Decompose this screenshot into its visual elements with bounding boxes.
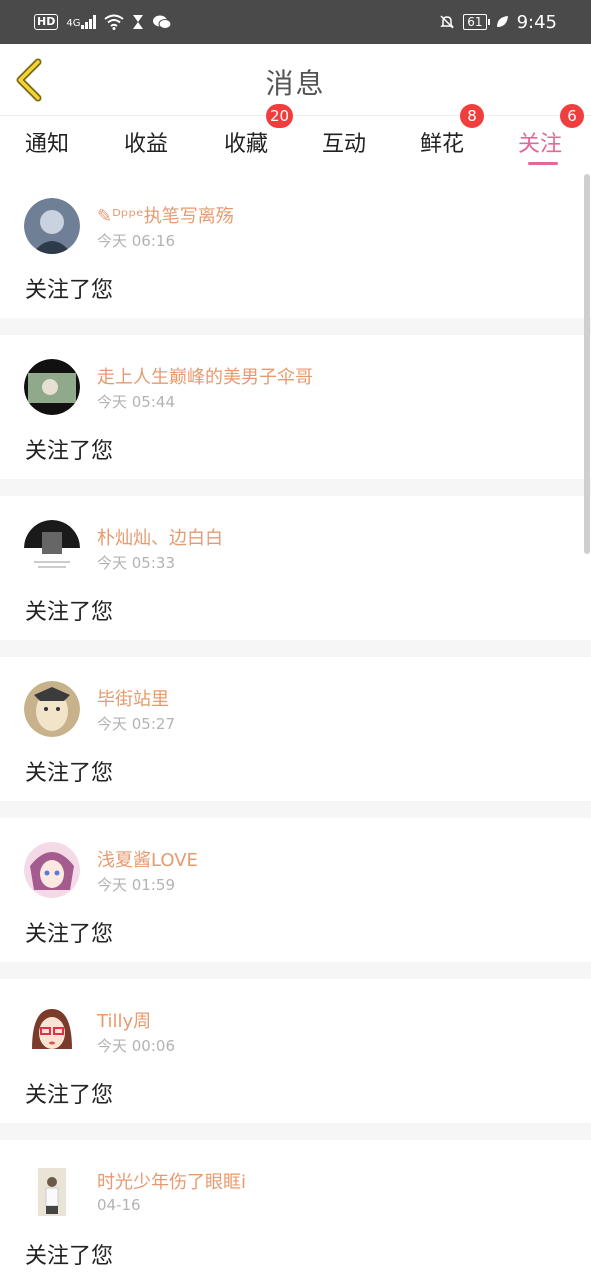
avatar[interactable] — [24, 198, 80, 254]
message-text: 关注了您 — [25, 1244, 114, 1269]
avatar[interactable] — [24, 520, 80, 576]
leaf-icon — [496, 16, 508, 27]
tab-bar: 通知 收益 收藏 20 互动 鲜花 8 关注 6 — [0, 104, 591, 174]
tab-notifications[interactable]: 通知 — [25, 126, 69, 158]
battery-icon: 61 — [463, 14, 490, 30]
list-item[interactable]: 走上人生巅峰的美男子伞哥 今天 05:44 关注了您 — [0, 335, 591, 479]
status-left: HD 4G — [34, 14, 172, 30]
avatar[interactable] — [24, 1003, 80, 1059]
message-text: 关注了您 — [25, 922, 114, 947]
user-name[interactable]: 朴灿灿、边白白 — [97, 524, 223, 550]
timestamp: 今天 05:44 — [97, 393, 175, 411]
list-item[interactable]: 朴灿灿、边白白 今天 05:33 关注了您 — [0, 496, 591, 640]
user-name[interactable]: ✎ᴰᵖᵖᵉ执笔写离殇 — [97, 202, 234, 228]
header: 消息 — [0, 44, 591, 116]
signal-icon: 4G — [66, 15, 97, 29]
unread-badge: 8 — [460, 104, 484, 128]
scrollbar[interactable] — [584, 174, 590, 554]
unread-badge: 6 — [560, 104, 584, 128]
list-item[interactable]: 毕街站里 今天 05:27 关注了您 — [0, 657, 591, 801]
timestamp: 今天 01:59 — [97, 876, 175, 894]
avatar[interactable] — [24, 1164, 80, 1220]
status-right: 61 9:45 — [439, 12, 557, 33]
hourglass-icon — [133, 15, 144, 29]
user-name[interactable]: 浅夏酱LOVE — [97, 846, 198, 872]
list-item[interactable]: Tilly周 今天 00:06 关注了您 — [0, 979, 591, 1123]
message-text: 关注了您 — [25, 1083, 114, 1108]
list-item[interactable]: 时光少年伤了眼眶i 04-16 关注了您 — [0, 1140, 591, 1284]
timestamp: 04-16 — [97, 1196, 141, 1214]
message-text: 关注了您 — [25, 439, 114, 464]
wechat-icon — [153, 15, 172, 29]
message-text: 关注了您 — [25, 278, 114, 303]
list-item[interactable]: ✎ᴰᵖᵖᵉ执笔写离殇 今天 06:16 关注了您 — [0, 174, 591, 318]
tab-label: 鲜花 — [420, 132, 465, 157]
active-tab-indicator — [528, 162, 558, 165]
wifi-icon — [104, 14, 125, 30]
message-text: 关注了您 — [25, 600, 114, 625]
avatar[interactable] — [24, 842, 80, 898]
status-bar: HD 4G 61 9:45 — [0, 0, 591, 44]
user-name[interactable]: 走上人生巅峰的美男子伞哥 — [97, 363, 313, 389]
timestamp: 今天 00:06 — [97, 1037, 175, 1055]
user-name[interactable]: 时光少年伤了眼眶i — [97, 1168, 246, 1194]
hd-icon: HD — [34, 14, 59, 30]
tab-label: 收藏 — [224, 132, 269, 157]
tab-follows[interactable]: 关注 6 — [518, 104, 584, 158]
tab-label: 通知 — [25, 132, 70, 157]
tab-label: 关注 — [518, 132, 563, 157]
message-text: 关注了您 — [25, 761, 114, 786]
bell-off-icon — [440, 15, 455, 29]
tab-flowers[interactable]: 鲜花 8 — [420, 104, 484, 158]
user-name[interactable]: Tilly周 — [97, 1007, 151, 1033]
timestamp: 今天 06:16 — [97, 232, 175, 250]
list-item[interactable]: 浅夏酱LOVE 今天 01:59 关注了您 — [0, 818, 591, 962]
tab-label: 互动 — [322, 132, 367, 157]
user-name[interactable]: 毕街站里 — [97, 685, 169, 711]
unread-badge: 20 — [266, 104, 294, 128]
clock: 9:45 — [516, 11, 557, 33]
timestamp: 今天 05:33 — [97, 554, 175, 572]
timestamp: 今天 05:27 — [97, 715, 175, 733]
tab-earnings[interactable]: 收益 — [124, 126, 168, 158]
tab-favorites[interactable]: 收藏 20 — [224, 104, 294, 158]
tab-interactions[interactable]: 互动 — [322, 126, 366, 158]
tab-label: 收益 — [124, 132, 169, 157]
page-title: 消息 — [265, 67, 326, 100]
avatar[interactable] — [24, 681, 80, 737]
avatar[interactable] — [24, 359, 80, 415]
